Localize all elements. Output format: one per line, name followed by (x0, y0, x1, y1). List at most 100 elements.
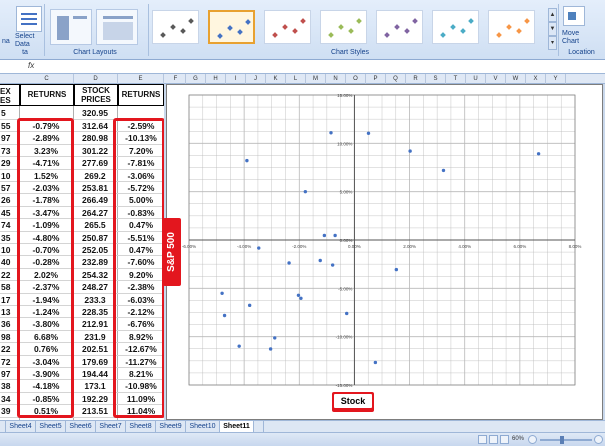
cell-prev[interactable]: 58 (0, 281, 18, 293)
cell-stock-price[interactable]: 280.98 (74, 132, 116, 144)
cell-stock-price[interactable]: 269.2 (74, 170, 116, 182)
cell-stock-price[interactable]: 320.95 (74, 106, 116, 120)
cell-prev[interactable]: 10 (0, 170, 18, 182)
styles-scroll-down-button[interactable]: ▼ (548, 22, 557, 36)
cell-stock-price[interactable]: 248.27 (74, 281, 116, 293)
cell-prev[interactable]: 39 (0, 405, 18, 417)
zoom-slider[interactable] (540, 439, 592, 441)
chart-style-6-button[interactable] (432, 10, 479, 44)
chart-style-4-button[interactable] (320, 10, 367, 44)
column-header-G[interactable]: G (186, 74, 206, 84)
cell-stock-price[interactable]: 312.64 (74, 120, 116, 132)
column-header-E[interactable]: E (118, 74, 164, 84)
cell-prev[interactable]: 97 (0, 368, 18, 380)
column-header-V[interactable]: V (486, 74, 506, 84)
cell-prev[interactable]: 36 (0, 318, 18, 330)
move-chart-button[interactable]: Move Chart (562, 30, 596, 46)
move-chart-icon[interactable] (563, 6, 585, 26)
cell-prev[interactable]: 74 (0, 219, 18, 231)
cell-prev[interactable]: 10 (0, 244, 18, 256)
cell-prev[interactable]: 34 (0, 393, 18, 405)
cell-prev[interactable]: 97 (0, 132, 18, 144)
cell-prev[interactable]: 57 (0, 182, 18, 194)
function-icon[interactable]: fx (28, 61, 34, 70)
cell-prev[interactable]: 26 (0, 194, 18, 206)
cell-prev[interactable]: 45 (0, 207, 18, 219)
cell-prev[interactable]: 35 (0, 232, 18, 244)
normal-view-icon[interactable] (478, 435, 487, 444)
column-header-R[interactable]: R (406, 74, 426, 84)
cell-stock-price[interactable]: 250.87 (74, 232, 116, 244)
formula-bar[interactable]: fx (0, 60, 605, 74)
column-header-I[interactable]: I (226, 74, 246, 84)
column-header-S[interactable]: S (426, 74, 446, 84)
cell-stock-price[interactable]: 202.51 (74, 343, 116, 355)
cell-stock-price[interactable]: 253.81 (74, 182, 116, 194)
cell-prev[interactable]: 5 (0, 106, 18, 120)
cell-prev[interactable]: 22 (0, 343, 18, 355)
column-header-D[interactable]: D (74, 74, 118, 84)
column-header-L[interactable]: L (286, 74, 306, 84)
cell-prev[interactable]: 13 (0, 306, 18, 318)
chart-style-1-button[interactable] (152, 10, 199, 44)
cell-prev[interactable]: 17 (0, 294, 18, 306)
column-header-W[interactable]: W (506, 74, 526, 84)
page-layout-view-icon[interactable] (489, 435, 498, 444)
column-header-T[interactable]: T (446, 74, 466, 84)
column-header-O[interactable]: O (346, 74, 366, 84)
zoom-slider-handle[interactable] (560, 436, 564, 444)
cell-stock-price[interactable]: 301.22 (74, 145, 116, 157)
column-header-N[interactable]: N (326, 74, 346, 84)
cell-prev[interactable]: 55 (0, 120, 18, 132)
cell-stock-price[interactable]: 179.69 (74, 356, 116, 368)
cell-stock-price[interactable]: 266.49 (74, 194, 116, 206)
column-header-Y[interactable]: Y (546, 74, 566, 84)
cell-stock-price[interactable]: 254.32 (74, 269, 116, 281)
cell-prev[interactable]: 22 (0, 269, 18, 281)
column-header-U[interactable]: U (466, 74, 486, 84)
cell-prev[interactable]: 72 (0, 356, 18, 368)
zoom-level[interactable]: 60% (512, 436, 524, 442)
cell-stock-price[interactable]: 277.69 (74, 157, 116, 169)
cell-stock-price[interactable]: 232.89 (74, 256, 116, 268)
column-header-K[interactable]: K (266, 74, 286, 84)
cell-stock-price[interactable]: 265.5 (74, 219, 116, 231)
cell-stock-price[interactable]: 252.05 (74, 244, 116, 256)
chart-style-5-button[interactable] (376, 10, 423, 44)
styles-more-button[interactable]: ▾ (548, 36, 557, 50)
cell-prev[interactable]: 29 (0, 157, 18, 169)
select-data-button[interactable]: Select Data (15, 33, 45, 49)
cell-stock-price[interactable]: 264.27 (74, 207, 116, 219)
chart-style-7-button[interactable] (488, 10, 535, 44)
cell-stock-price[interactable]: 194.44 (74, 368, 116, 380)
select-data-icon[interactable] (16, 6, 42, 32)
cell-stock-price[interactable]: 233.3 (74, 294, 116, 306)
chart-layout-2-button[interactable] (96, 9, 138, 45)
page-break-view-icon[interactable] (500, 435, 509, 444)
cell-prev[interactable]: 98 (0, 331, 18, 343)
column-header-M[interactable]: M (306, 74, 326, 84)
chart-layout-1-button[interactable] (50, 9, 92, 45)
chart-style-2-button[interactable] (208, 10, 255, 44)
cell-stock-price[interactable]: 192.29 (74, 393, 116, 405)
zoom-in-icon[interactable] (594, 435, 603, 444)
cell-stock-price[interactable]: 212.91 (74, 318, 116, 330)
column-header-P[interactable]: P (366, 74, 386, 84)
column-header-F[interactable]: F (166, 74, 186, 84)
chart-style-3-button[interactable] (264, 10, 311, 44)
scatter-chart[interactable]: -6.00% -4.00% -2.00% 0.00% 2.00% 4.00% 6.00% 8.… (166, 84, 603, 420)
cell-stock-price[interactable]: 213.51 (74, 405, 116, 417)
column-header-X[interactable]: X (526, 74, 546, 84)
column-header-Q[interactable]: Q (386, 74, 406, 84)
cell-prev[interactable]: 73 (0, 145, 18, 157)
styles-scroll-up-button[interactable]: ▲ (548, 8, 557, 22)
cell-stock-price[interactable]: 228.35 (74, 306, 116, 318)
column-header-J[interactable]: J (246, 74, 266, 84)
cell-prev[interactable]: 40 (0, 256, 18, 268)
cell-prev[interactable]: 38 (0, 380, 18, 392)
cell-stock-price[interactable]: 231.9 (74, 331, 116, 343)
cell-stock-price[interactable]: 173.1 (74, 380, 116, 392)
zoom-out-icon[interactable] (528, 435, 537, 444)
column-header-C[interactable]: C (20, 74, 74, 84)
column-header-H[interactable]: H (206, 74, 226, 84)
